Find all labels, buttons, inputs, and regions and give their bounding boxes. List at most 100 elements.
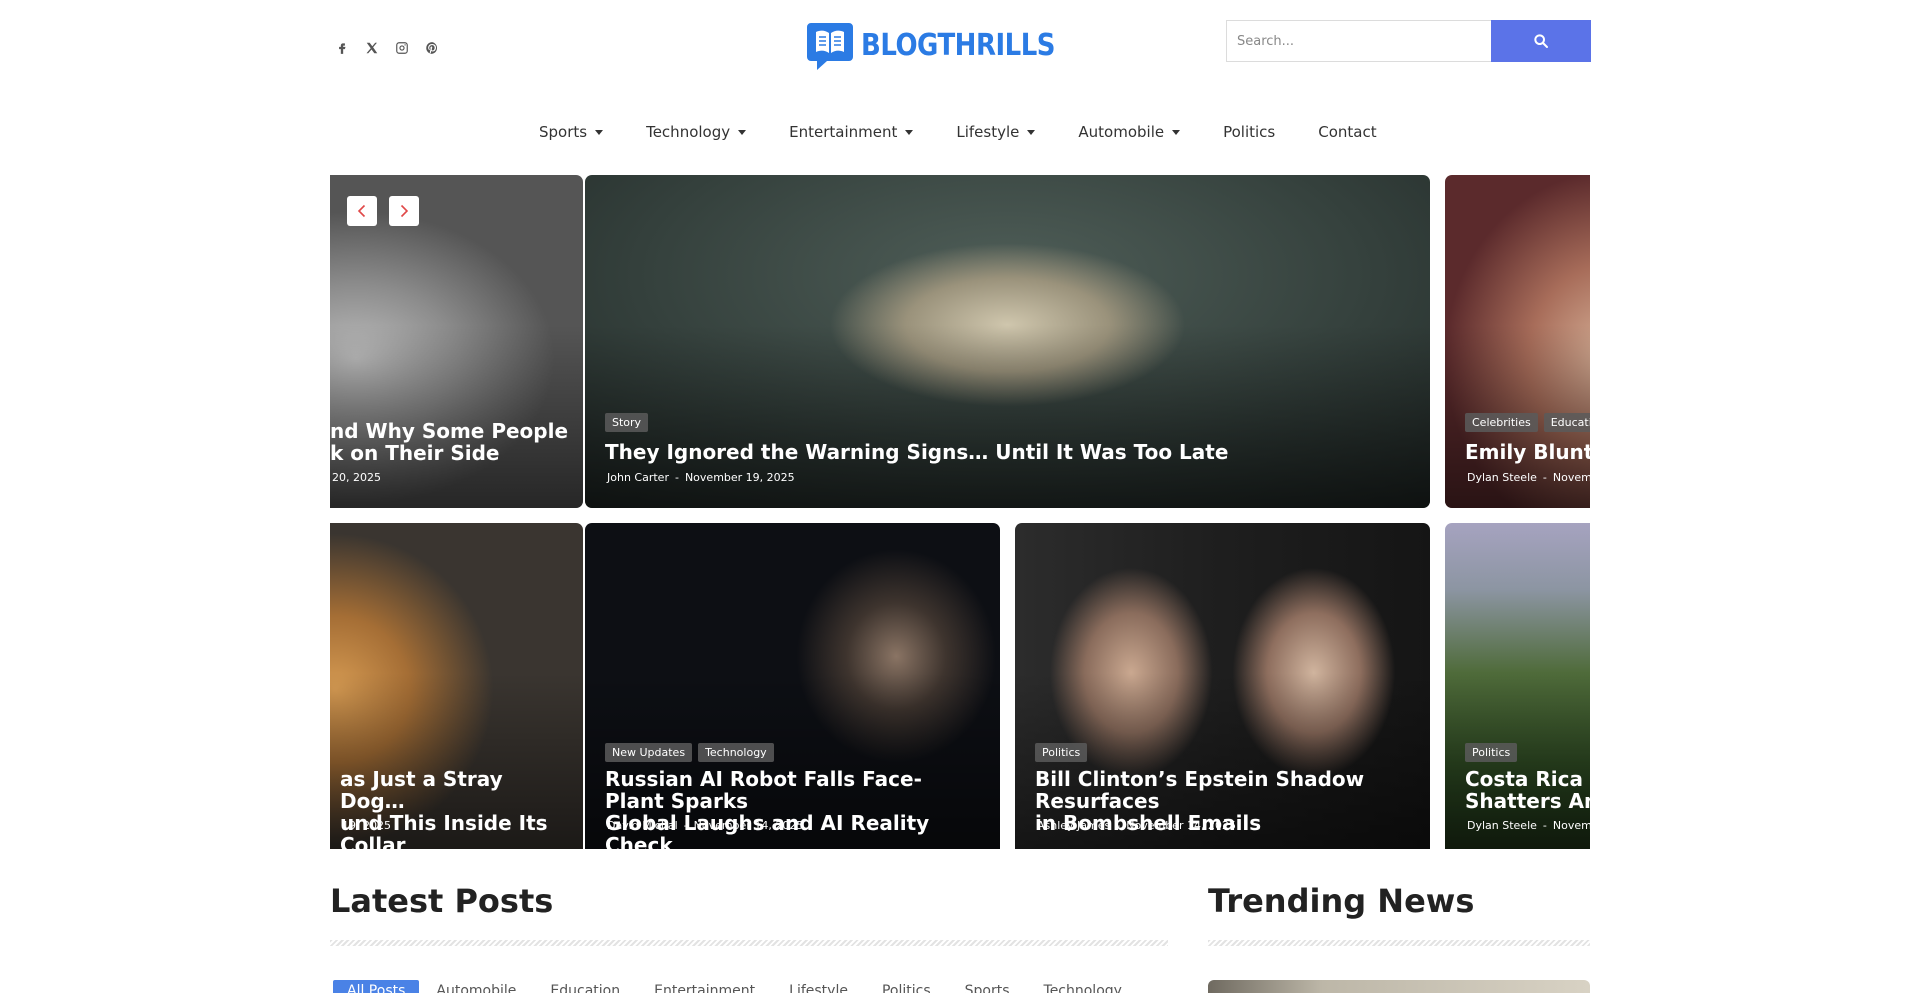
post-date: Novembe xyxy=(1552,471,1590,484)
nav-item-sports[interactable]: Sports xyxy=(539,123,604,141)
category-tag[interactable]: Technology xyxy=(698,743,774,762)
category-tag[interactable]: Politics xyxy=(1035,743,1088,762)
nav-label: Technology xyxy=(646,123,731,141)
search-button[interactable] xyxy=(1491,20,1591,62)
slide-card[interactable]: as Just a Stray Dog… und This Inside Its… xyxy=(330,523,583,849)
slide-card[interactable]: Celebrities Education Emily Blunt Cap Dy… xyxy=(1445,175,1590,508)
filter-tab-entertainment[interactable]: Entertainment xyxy=(637,980,772,993)
category-tag[interactable]: Story xyxy=(605,413,649,432)
nav-label: Contact xyxy=(1318,123,1377,141)
nav-label: Automobile xyxy=(1078,123,1165,141)
section-divider xyxy=(1208,940,1590,946)
post-date: Novembe xyxy=(1552,819,1590,832)
post-author[interactable]: Dylan Steele xyxy=(1467,471,1537,484)
card-meta: Ashley James - November 14, 2025 xyxy=(1037,819,1236,832)
nav-item-lifestyle[interactable]: Lifestyle xyxy=(956,123,1036,141)
instagram-icon[interactable] xyxy=(393,39,411,57)
nav-label: Sports xyxy=(539,123,588,141)
filter-tab-lifestyle[interactable]: Lifestyle xyxy=(772,980,865,993)
search-form xyxy=(1226,20,1591,62)
slide-card[interactable]: Politics Costa Rica and Shatters Amid C … xyxy=(1445,523,1590,849)
card-title[interactable]: Emily Blunt Cap xyxy=(1465,441,1590,463)
meta-separator: - xyxy=(683,819,688,832)
slide-card[interactable]: Story They Ignored the Warning Signs… Un… xyxy=(585,175,1430,508)
category-tag[interactable]: Education xyxy=(1543,413,1590,432)
slider-next-button[interactable] xyxy=(389,196,419,226)
caret-down-icon xyxy=(1172,129,1181,135)
card-meta: John Carter - November 19, 2025 xyxy=(607,471,795,484)
slide-card[interactable]: Politics Bill Clinton’s Epstein Shadow R… xyxy=(1015,523,1430,849)
logo-text: BLOGTHRILLS xyxy=(861,28,1056,64)
post-date: 20, 2025 xyxy=(332,471,381,484)
post-date: November 14, 2025 xyxy=(1126,819,1236,832)
facebook-icon[interactable] xyxy=(333,39,351,57)
trending-thumbnail[interactable] xyxy=(1208,980,1590,993)
card-title[interactable]: Costa Rica and Shatters Amid C xyxy=(1465,768,1590,812)
x-icon[interactable] xyxy=(363,39,381,57)
card-tags: Politics xyxy=(1465,743,1518,762)
card-title[interactable]: They Ignored the Warning Signs… Until It… xyxy=(605,441,1410,463)
nav-item-politics[interactable]: Politics xyxy=(1223,123,1275,141)
site-logo[interactable]: BLOGTHRILLS xyxy=(805,20,1056,72)
card-meta: Dylan Steele-Novembe xyxy=(1467,471,1590,484)
category-tag[interactable]: Celebrities xyxy=(1465,413,1538,432)
slide-card[interactable]: New Updates Technology Russian AI Robot … xyxy=(585,523,1000,849)
post-filter-tabs: All Posts Automobile Education Entertain… xyxy=(333,980,1139,993)
featured-slider: nd Why Some People k on Their Side 20, 2… xyxy=(330,175,1590,849)
filter-tab-automobile[interactable]: Automobile xyxy=(419,980,533,993)
title-line: Bill Clinton’s Epstein Shadow Resurfaces xyxy=(1035,767,1365,813)
card-tags: Celebrities Education xyxy=(1465,413,1590,432)
nav-item-technology[interactable]: Technology xyxy=(646,123,747,141)
category-tag[interactable]: New Updates xyxy=(605,743,693,762)
nav-label: Lifestyle xyxy=(956,123,1020,141)
card-title[interactable]: nd Why Some People k on Their Side xyxy=(330,420,573,464)
slider-prev-button[interactable] xyxy=(347,196,377,226)
card-meta: David Michal - November 14, 2025 xyxy=(607,819,803,832)
category-tag[interactable]: Politics xyxy=(1465,743,1518,762)
title-line: k on Their Side xyxy=(330,441,500,465)
title-line: Shatters Amid C xyxy=(1465,789,1590,813)
search-input[interactable] xyxy=(1226,20,1491,62)
chevron-left-icon xyxy=(357,204,366,218)
card-title[interactable]: as Just a Stray Dog… und This Inside Its… xyxy=(340,768,573,849)
nav-item-automobile[interactable]: Automobile xyxy=(1078,123,1181,141)
card-tags: New Updates Technology xyxy=(605,743,774,762)
post-author[interactable]: John Carter xyxy=(607,471,669,484)
filter-tab-sports[interactable]: Sports xyxy=(948,980,1027,993)
meta-separator: - xyxy=(1116,819,1121,832)
card-meta: 20, 2025 xyxy=(332,471,381,484)
post-author[interactable]: Ashley James xyxy=(1037,819,1110,832)
post-author[interactable]: David Michal xyxy=(607,819,678,832)
trending-news-heading: Trending News xyxy=(1208,882,1475,920)
caret-down-icon xyxy=(738,129,747,135)
latest-posts-heading: Latest Posts xyxy=(330,882,554,920)
card-meta: 19, 2025 xyxy=(342,819,391,832)
card-meta: Dylan Steele-Novembe xyxy=(1467,819,1590,832)
filter-tab-technology[interactable]: Technology xyxy=(1027,980,1139,993)
section-divider xyxy=(330,940,1168,946)
filter-tab-politics[interactable]: Politics xyxy=(865,980,948,993)
nav-label: Politics xyxy=(1223,123,1276,141)
title-line: as Just a Stray Dog… xyxy=(340,767,503,813)
card-title[interactable]: Russian AI Robot Falls Face-Plant Sparks… xyxy=(605,768,980,849)
pinterest-icon[interactable] xyxy=(423,39,441,57)
post-date: November 14, 2025 xyxy=(693,819,804,832)
main-nav: Sports Technology Entertainment Lifestyl… xyxy=(539,123,1377,141)
search-icon xyxy=(1534,34,1548,48)
nav-item-contact[interactable]: Contact xyxy=(1318,123,1376,141)
filter-tab-education[interactable]: Education xyxy=(533,980,637,993)
title-line: Russian AI Robot Falls Face-Plant Sparks xyxy=(605,767,922,813)
nav-item-entertainment[interactable]: Entertainment xyxy=(789,123,914,141)
chevron-right-icon xyxy=(400,204,409,218)
card-tags: Story xyxy=(605,413,649,432)
filter-tab-all-posts[interactable]: All Posts xyxy=(333,980,420,993)
caret-down-icon xyxy=(1027,129,1036,135)
book-chat-icon xyxy=(807,23,853,70)
post-date: 19, 2025 xyxy=(342,819,391,832)
social-links xyxy=(333,39,441,57)
caret-down-icon xyxy=(905,129,914,135)
post-author[interactable]: Dylan Steele xyxy=(1467,819,1537,832)
meta-separator: - xyxy=(674,471,679,484)
card-tags: Politics xyxy=(1035,743,1088,762)
title-line: nd Why Some People xyxy=(330,419,569,443)
